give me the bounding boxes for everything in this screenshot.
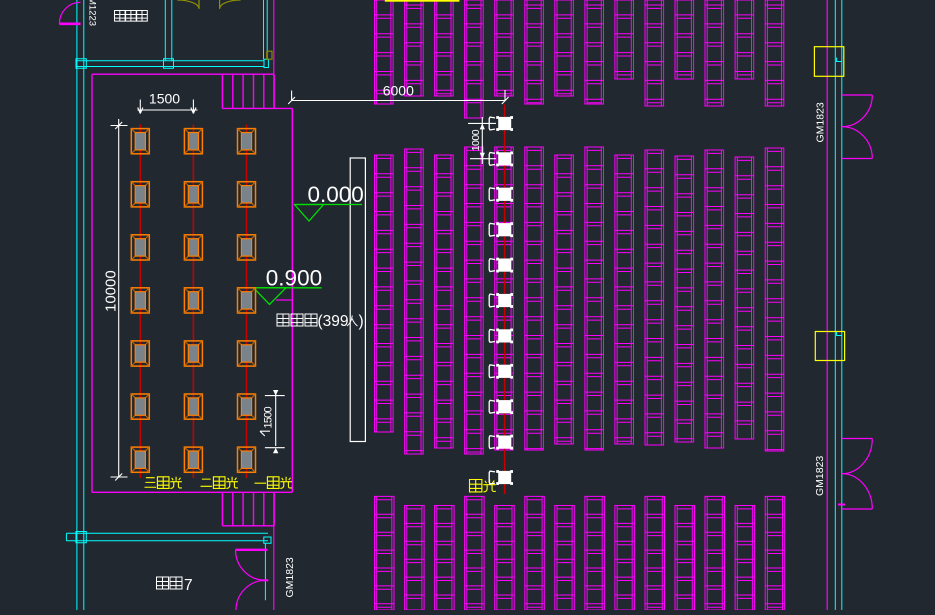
- svg-text:1500: 1500: [263, 407, 275, 429]
- svg-text:): ): [359, 313, 364, 330]
- svg-text:7: 7: [184, 577, 193, 594]
- svg-text:10000: 10000: [103, 270, 120, 312]
- svg-text:GM1823: GM1823: [814, 456, 826, 496]
- svg-text:1000: 1000: [470, 129, 482, 151]
- svg-text:GM1823: GM1823: [284, 557, 296, 597]
- svg-text:GM1823: GM1823: [815, 102, 827, 142]
- svg-text:6000: 6000: [383, 83, 414, 99]
- svg-text:0.900: 0.900: [266, 266, 322, 291]
- svg-text:M1223: M1223: [87, 0, 98, 26]
- svg-text:0.000: 0.000: [308, 182, 364, 207]
- svg-text:1500: 1500: [149, 91, 180, 107]
- svg-text:(399: (399: [318, 313, 349, 330]
